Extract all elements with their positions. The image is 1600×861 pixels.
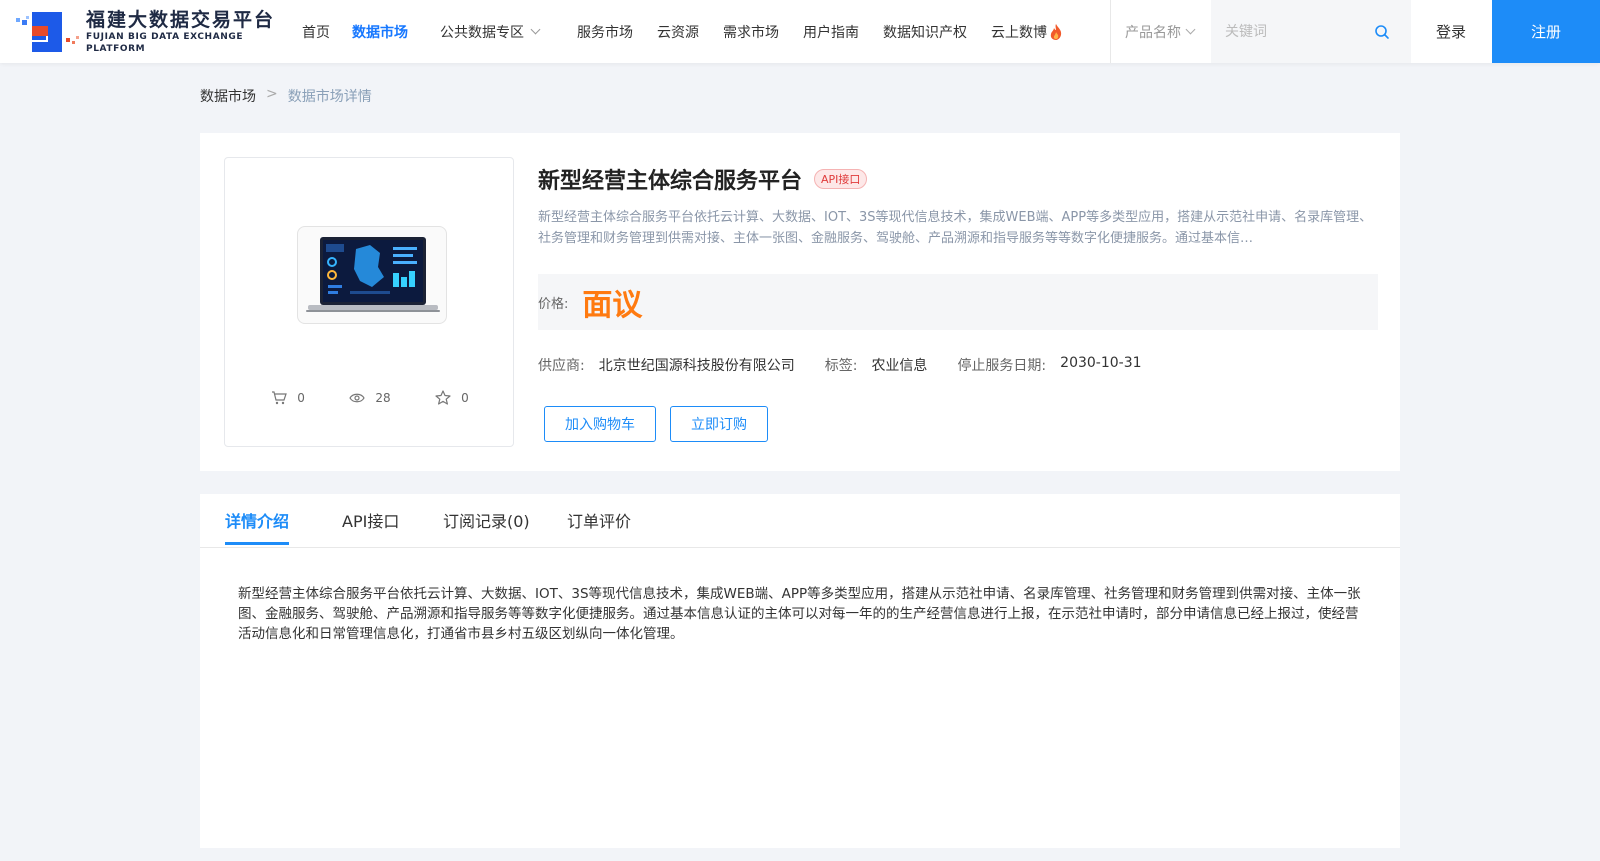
tab-details[interactable]: 详情介绍 [225,508,290,545]
cart-icon [272,390,288,404]
login-button[interactable]: 登录 [1411,0,1491,63]
nav-item-demand[interactable]: 需求市场 [723,22,779,42]
nav-item-expo[interactable]: 云上数博 [991,22,1063,42]
end-date-value: 2030-10-31 [1060,355,1142,371]
product-stats: 0 28 0 [225,390,515,405]
price-value: 面议 [582,288,643,323]
detail-description: 新型经营主体综合服务平台依托云计算、大数据、IOT、3S等现代信息技术，集成WE… [238,586,1361,642]
breadcrumb: 数据市场 > 数据市场详情 [200,86,372,106]
platform-logo[interactable]: 福建大数据交易平台 FUJIAN BIG DATA EXCHANGE PLATF… [14,8,286,56]
end-date-label: 停止服务日期: [957,358,1047,374]
product-title: 新型经营主体综合服务平台 API接口 [538,163,868,195]
supplier-value: 北京世纪国源科技股份有限公司 [598,358,795,374]
product-meta: 供应商: 北京世纪国源科技股份有限公司 标签: 农业信息 停止服务日期: 203… [538,355,1172,375]
stat-favorites[interactable]: 0 [435,390,469,405]
stat-cart-count: 0 [297,390,305,405]
register-button[interactable]: 注册 [1492,0,1600,63]
detail-panel: 详情介绍 API接口 订阅记录(0) 订单评价 新型经营主体综合服务平台依托云计… [200,494,1400,848]
product-title-text: 新型经营主体综合服务平台 [538,169,803,194]
product-description: 新型经营主体综合服务平台依托云计算、大数据、IOT、3S等现代信息技术，集成WE… [538,210,1373,246]
tag-label: 标签: [824,358,858,374]
chevron-down-icon [1185,24,1196,35]
breadcrumb-separator: > [266,86,278,102]
stat-favorites-count: 0 [461,390,469,405]
breadcrumb-current: 数据市场详情 [287,89,372,105]
nav-item-cloud[interactable]: 云资源 [657,22,699,42]
detail-tabs: 详情介绍 API接口 订阅记录(0) 订单评价 [200,494,1400,548]
tab-api[interactable]: API接口 [342,508,399,542]
breadcrumb-root[interactable]: 数据市场 [200,86,256,106]
product-image-box: 0 28 0 [224,157,514,447]
stat-cart: 0 [271,390,305,405]
api-badge: API接口 [814,169,868,189]
fire-icon [1050,23,1062,40]
nav-item-ip[interactable]: 数据知识产权 [883,22,967,42]
add-to-cart-button[interactable]: 加入购物车 [544,406,656,442]
buy-now-button[interactable]: 立即订购 [670,406,768,442]
nav-item-home[interactable]: 首页 [302,22,330,42]
stat-views-count: 28 [375,390,391,405]
nav-item-guide[interactable]: 用户指南 [803,22,859,42]
product-card: 0 28 0 新型经营主体综合服务平台 API接口 新型经营主体综合服务平台依托… [200,133,1400,471]
logo-mark-icon [14,8,84,56]
stat-views: 28 [349,390,391,405]
tag-value: 农业信息 [871,358,928,374]
search-area: 产品名称 [1111,0,1411,63]
main-nav: 首页 数据市场 公共数据专区 服务市场 云资源 需求市场 用户指南 数据知识产权… [300,0,1063,63]
eye-icon [349,393,366,402]
nav-item-data-market[interactable]: 数据市场 [352,22,408,42]
supplier-label: 供应商: [538,358,585,374]
price-label: 价格: [538,296,569,312]
search-category-select[interactable]: 产品名称 [1111,0,1211,63]
tab-subscriptions[interactable]: 订阅记录(0) [443,508,530,542]
logo-title-cn: 福建大数据交易平台 [86,9,276,31]
nav-item-public-data[interactable]: 公共数据专区 [440,22,541,42]
product-image [297,226,447,324]
search-icon[interactable] [1374,24,1390,40]
chevron-down-icon [530,24,541,35]
logo-title-en: FUJIAN BIG DATA EXCHANGE PLATFORM [86,32,244,54]
price-bar: 价格: 面议 [538,274,1378,330]
top-header: 福建大数据交易平台 FUJIAN BIG DATA EXCHANGE PLATF… [0,0,1600,63]
tab-reviews[interactable]: 订单评价 [567,508,631,542]
nav-item-service-market[interactable]: 服务市场 [577,22,633,42]
star-icon [435,390,451,405]
